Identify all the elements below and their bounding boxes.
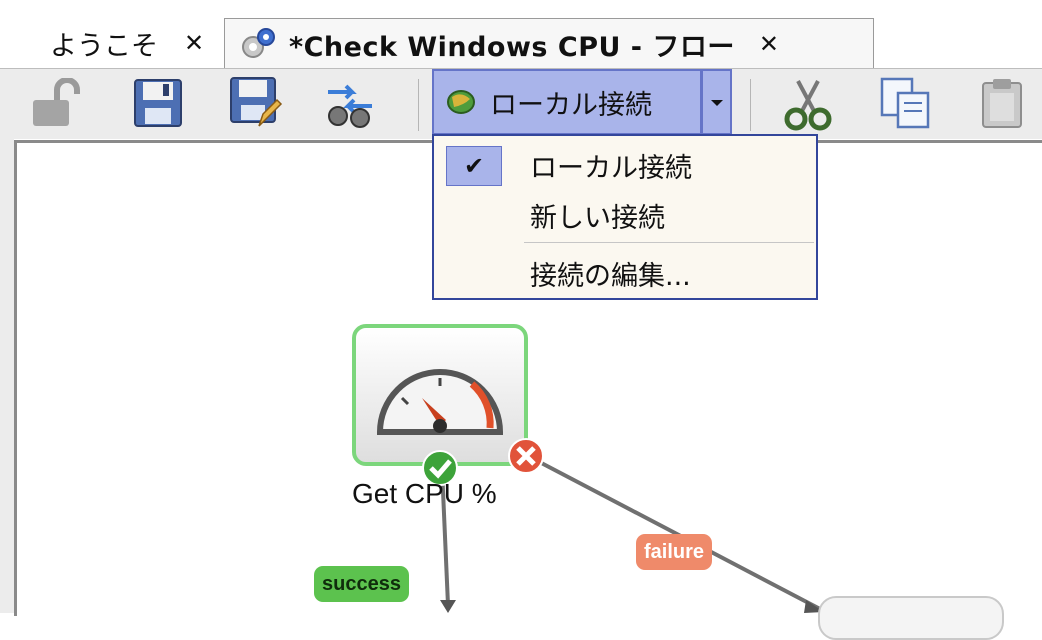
connection-menu: ✔ ローカル接続 新しい接続 接続の編集... xyxy=(432,134,818,300)
menu-item-label: 接続の編集... xyxy=(530,260,691,292)
success-badge: success xyxy=(314,566,409,602)
success-arrowhead xyxy=(440,600,456,613)
get-cpu-node[interactable] xyxy=(352,324,528,466)
failure-connector xyxy=(527,454,823,612)
menu-item-label: 新しい接続 xyxy=(530,202,665,234)
failure-status-icon xyxy=(506,436,546,480)
next-node[interactable] xyxy=(818,596,1004,640)
menu-item-label: ローカル接続 xyxy=(530,152,692,184)
node-label: Get CPU % xyxy=(352,478,497,509)
failure-badge: failure xyxy=(636,534,713,570)
flow-connectors xyxy=(440,454,824,613)
menu-item-new-connection[interactable]: 新しい接続 xyxy=(434,190,816,240)
checkmark-icon: ✔ xyxy=(446,146,502,186)
gauge-icon xyxy=(372,358,508,442)
menu-separator xyxy=(524,242,814,243)
menu-item-edit-connection[interactable]: 接続の編集... xyxy=(434,248,816,298)
menu-item-local-connection[interactable]: ✔ ローカル接続 xyxy=(434,140,816,190)
